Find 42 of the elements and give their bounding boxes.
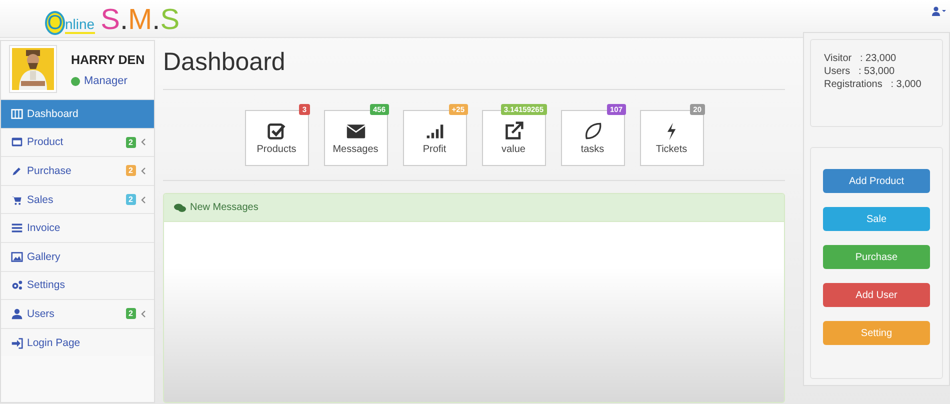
user-role: Manager: [84, 75, 128, 87]
tile-label: Messages: [332, 144, 378, 155]
stat-line: Visitor : 23,000: [824, 53, 898, 64]
sidebar-item[interactable]: Sales 2: [1, 184, 154, 214]
count-badge: 2: [126, 194, 136, 206]
panel-title: New Messages: [190, 202, 258, 213]
user-menu-icon[interactable]: [932, 6, 946, 16]
chevron-icon: [140, 166, 146, 175]
action-button[interactable]: Add User: [823, 283, 930, 307]
chevron-icon: [140, 196, 146, 204]
login-icon: [11, 336, 23, 349]
stat-line: Users : 53,000: [824, 66, 896, 77]
tile-label: Products: [256, 144, 296, 155]
image-icon: [11, 250, 23, 263]
logo-title: S.M.S: [100, 6, 180, 35]
pencil-icon: [11, 164, 23, 177]
card-icon: [11, 136, 23, 148]
count-badge: 2: [126, 136, 136, 148]
check-icon: [266, 121, 286, 141]
leaf-icon: [582, 121, 602, 141]
user-icon: [11, 308, 23, 320]
tile-label: Profit: [422, 144, 446, 155]
logo-text: nline: [65, 16, 95, 34]
logo-o: O: [45, 11, 65, 35]
action-button[interactable]: Add Product: [823, 169, 930, 193]
tile-label: Tickets: [656, 144, 688, 155]
chat-icon: [174, 202, 186, 212]
dashboard-icon: [11, 108, 23, 120]
external-icon: [504, 121, 524, 141]
tile-label: tasks: [580, 144, 604, 155]
chevron-icon: [140, 138, 146, 146]
count-badge: 2: [126, 308, 136, 320]
cart-icon: [11, 194, 23, 206]
stat-line: Registrations : 3,000: [824, 79, 922, 90]
tile-label: value: [502, 144, 526, 155]
count-badge: 2: [126, 165, 136, 176]
user-name: HARRY DEN: [71, 53, 145, 67]
page-title: Dashboard: [163, 48, 785, 90]
chevron-icon: [140, 310, 146, 318]
gears-icon: [11, 279, 23, 292]
list-icon: [11, 222, 23, 234]
sidebar-item[interactable]: Dashboard: [1, 99, 154, 128]
